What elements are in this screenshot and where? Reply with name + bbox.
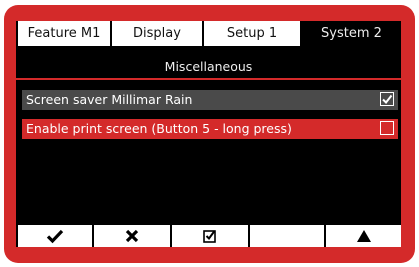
print-screen-checkbox[interactable]: [380, 121, 394, 135]
empty-softkey-button[interactable]: [250, 225, 324, 247]
section-divider: [16, 78, 401, 80]
section-title: Miscellaneous: [164, 59, 253, 74]
setting-row-screen-saver[interactable]: Screen saver Millimar Rain: [22, 90, 398, 110]
setting-label: Enable print screen (Button 5 - long pre…: [26, 121, 292, 136]
checkmark-icon: [382, 94, 393, 105]
setting-row-print-screen[interactable]: Enable print screen (Button 5 - long pre…: [22, 119, 398, 139]
softkey-bar: [16, 225, 401, 247]
tab-setup-1[interactable]: Setup 1: [204, 21, 300, 46]
tab-feature-m1[interactable]: Feature M1: [18, 21, 110, 46]
tab-bar: Feature M1 Display Setup 1 System 2: [16, 21, 401, 48]
screen-saver-checkbox[interactable]: [380, 92, 394, 106]
device-screen: Feature M1 Display Setup 1 System 2 Misc…: [16, 21, 401, 247]
checkmark-icon: [46, 229, 64, 244]
tab-system-2[interactable]: System 2: [302, 21, 401, 46]
x-icon: [125, 229, 139, 243]
checkbox-checked-icon: [203, 230, 216, 243]
setting-label: Screen saver Millimar Rain: [26, 92, 193, 107]
confirm-button[interactable]: [18, 225, 92, 247]
tab-display[interactable]: Display: [112, 21, 202, 46]
triangle-up-icon: [356, 230, 371, 242]
toggle-checkbox-button[interactable]: [172, 225, 248, 247]
up-button[interactable]: [326, 225, 401, 247]
cancel-button[interactable]: [94, 225, 170, 247]
